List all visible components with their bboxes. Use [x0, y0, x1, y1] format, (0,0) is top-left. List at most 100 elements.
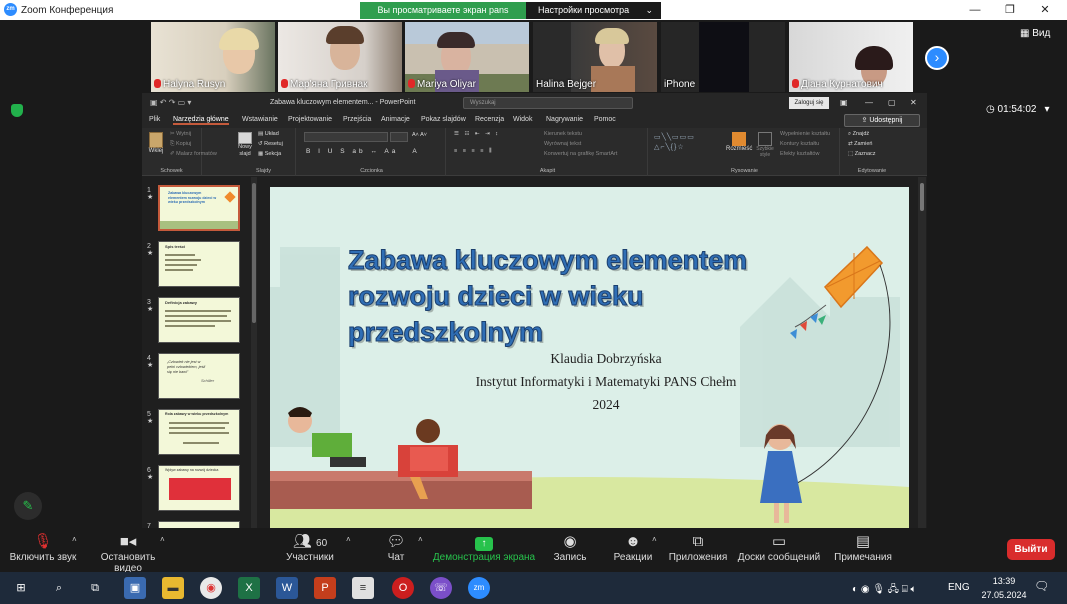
annotate-pen-button[interactable]: ✎ — [14, 492, 42, 520]
stop-video-button[interactable]: ■◂ Остановить видео ˄ — [86, 532, 170, 574]
font-family-select[interactable] — [304, 132, 388, 142]
slide-thumbnail[interactable]: Spis treści — [158, 241, 240, 287]
slide-thumbnail[interactable]: Rola zabawy w wieku przedszkolnym — [158, 409, 240, 455]
close-icon[interactable]: ✕ — [910, 98, 917, 107]
font-size-select[interactable] — [390, 132, 408, 142]
tab-recording[interactable]: Nagrywanie — [546, 116, 583, 123]
participant-tile[interactable]: Mariya Oliyar — [405, 22, 529, 92]
notes-button[interactable]: ▤ Примечания — [832, 532, 894, 563]
tab-home[interactable]: Narzędzia główne — [173, 116, 229, 125]
shape-fill-button[interactable]: Wypełnienie kształtu — [780, 131, 830, 137]
view-button[interactable]: ▦ Вид — [1020, 28, 1050, 39]
security-shield-icon[interactable] — [11, 104, 23, 117]
next-page-button[interactable]: › — [925, 46, 949, 70]
minimize-icon[interactable]: — — [960, 2, 990, 18]
search-icon[interactable]: ⌕ — [48, 577, 70, 599]
apps-button[interactable]: ⧉ Приложения — [668, 532, 728, 563]
reset-button[interactable]: ↺ Resetuj — [258, 141, 283, 147]
participant-tile[interactable]: Halina Bejger — [533, 22, 657, 92]
replace-button[interactable]: ⇄ Zamień — [848, 141, 872, 147]
tab-design[interactable]: Projektowanie — [288, 116, 332, 123]
tab-file[interactable]: Plik — [149, 116, 160, 123]
participants-button[interactable]: 👥︎ 60 Участники ˄ — [280, 532, 351, 563]
unmute-button[interactable]: 🎙︎ Включить звук ˄ — [8, 532, 78, 563]
minimize-icon[interactable]: — — [865, 98, 873, 107]
shape-effects-button[interactable]: Efekty kształtów — [780, 151, 819, 157]
slide-thumbnail[interactable]: „Człowiek nie jest w pełni człowiekiem, … — [158, 353, 240, 399]
language-indicator[interactable]: ENG — [948, 582, 970, 593]
participant-tile[interactable]: Мар'яна Гривнак — [278, 22, 402, 92]
list-buttons[interactable]: ☰ ☷ ⇤ ⇥ ↕ — [454, 131, 500, 137]
zoom-taskbar-icon[interactable]: zm — [468, 577, 490, 599]
whiteboards-button[interactable]: ▭ Доски сообщений — [736, 532, 822, 563]
tab-review[interactable]: Recenzja — [475, 116, 504, 123]
scroll-thumb[interactable] — [920, 183, 924, 211]
chat-button[interactable]: 💬︎ Чат ˄ — [382, 532, 422, 563]
chevron-down-icon[interactable]: ▾ — [1044, 104, 1049, 115]
font-size-buttons[interactable]: A˄ A˅ — [412, 132, 427, 138]
font-style-buttons[interactable]: B I U S ab ↔ Aa A — [306, 148, 420, 155]
find-button[interactable]: ⌕ Znajdź — [848, 131, 869, 138]
quick-access-toolbar[interactable]: ▣ ↶ ↷ ▭ ▾ — [150, 98, 191, 107]
layout-button[interactable]: ▤ Układ — [258, 131, 279, 137]
slides-pane-scrollbar[interactable] — [251, 177, 257, 531]
copy-button[interactable]: ⎘ Kopiuj — [170, 141, 191, 148]
windows-start-icon[interactable]: ⊞ — [10, 577, 32, 599]
slide-year: 2024 — [592, 397, 620, 412]
scroll-thumb[interactable] — [252, 183, 256, 323]
record-button[interactable]: ◉ Запись — [548, 532, 592, 563]
excel-icon[interactable]: X — [238, 577, 260, 599]
participant-tile[interactable]: iPhone — [661, 22, 785, 92]
paste-button[interactable]: Wklej — [145, 132, 167, 154]
maximize-icon[interactable]: ▢ — [888, 98, 896, 107]
participant-tile[interactable]: Halyna Rusyn — [151, 22, 275, 92]
section-button[interactable]: ▦ Sekcja — [258, 151, 281, 157]
slide-thumbnail[interactable]: Zabawa kluczowym elementem rozwoju dziec… — [158, 185, 240, 231]
text-direction-button[interactable]: Kierunek tekstu — [544, 131, 582, 137]
tab-view[interactable]: Widok — [513, 116, 532, 123]
reactions-button[interactable]: ☻ Реакции ˄ — [612, 532, 657, 563]
tab-transitions[interactable]: Przejścia — [343, 116, 371, 123]
select-button[interactable]: ⬚ Zaznacz — [848, 151, 876, 157]
slide-thumbnail[interactable]: Definicja zabawy — [158, 297, 240, 343]
slide-scrollbar[interactable] — [918, 177, 926, 531]
system-clock[interactable]: 13:39 27.05.2024 — [978, 574, 1030, 602]
quick-styles-button[interactable]: Szybkie style — [754, 132, 776, 158]
shapes-gallery[interactable]: ▭╲╲▭▭▭ △⌐╲{}☆ — [654, 133, 714, 155]
leave-button[interactable]: Выйти — [1007, 539, 1055, 560]
control-panel-icon[interactable]: ▣ — [124, 577, 146, 599]
new-slide-button[interactable]: Nowy slajd — [234, 132, 256, 158]
align-text-button[interactable]: Wyrównaj tekst — [544, 141, 581, 147]
format-painter-button[interactable]: ✐ Malarz formatów — [170, 151, 217, 157]
shape-outline-button[interactable]: Kontury kształtu — [780, 141, 819, 147]
ribbon-options-icon[interactable]: ▣ — [840, 98, 848, 107]
slide-thumbnail[interactable]: Wpływ zabawy na rozwój dziecka — [158, 465, 240, 511]
task-view-icon[interactable]: ⧉ — [84, 577, 106, 599]
viber-icon[interactable]: ☏ — [430, 577, 452, 599]
tray-icons[interactable]: ◐ ◉ 🎙︎ 🖧 ⌸ 🔈︎ — [852, 582, 917, 599]
word-icon[interactable]: W — [276, 577, 298, 599]
arrange-button[interactable]: Rozmieść — [726, 132, 752, 152]
cut-button[interactable]: ✂ Wytnij — [170, 131, 191, 137]
opera-icon[interactable]: O — [392, 577, 414, 599]
tab-slideshow[interactable]: Pokaz slajdów — [421, 116, 466, 123]
align-buttons[interactable]: ≡ ≡ ≡ ≡ ⫼ — [454, 148, 493, 155]
chrome-icon[interactable]: ◉ — [200, 577, 222, 599]
share-screen-button[interactable]: ↑ Демонстрация экрана — [432, 532, 536, 563]
tab-insert[interactable]: Wstawianie — [242, 116, 278, 123]
tab-animations[interactable]: Animacje — [381, 116, 410, 123]
restore-icon[interactable]: ❐ — [995, 2, 1025, 18]
ppt-search-input[interactable]: Wyszukaj — [463, 97, 633, 109]
close-icon[interactable]: ✕ — [1030, 2, 1060, 18]
current-slide[interactable]: Zabawa kluczowym elementem rozwoju dzieci… — [270, 187, 909, 531]
smartart-button[interactable]: Konwertuj na grafikę SmartArt — [544, 151, 617, 157]
notifications-icon[interactable]: 🗨︎ — [1034, 579, 1049, 593]
notepad-icon[interactable]: ≡ — [352, 577, 374, 599]
tab-help[interactable]: Pomoc — [594, 116, 616, 123]
file-explorer-icon[interactable]: ▬ — [162, 577, 184, 599]
login-button[interactable]: Zaloguj się — [789, 97, 829, 109]
participant-tile[interactable]: Діана Курнатович — [789, 22, 913, 92]
powerpoint-icon[interactable]: P — [314, 577, 336, 599]
view-options-button[interactable]: Настройки просмотра ⌄ — [526, 2, 661, 19]
share-button[interactable]: ⇪ Udostępnij — [844, 114, 920, 127]
